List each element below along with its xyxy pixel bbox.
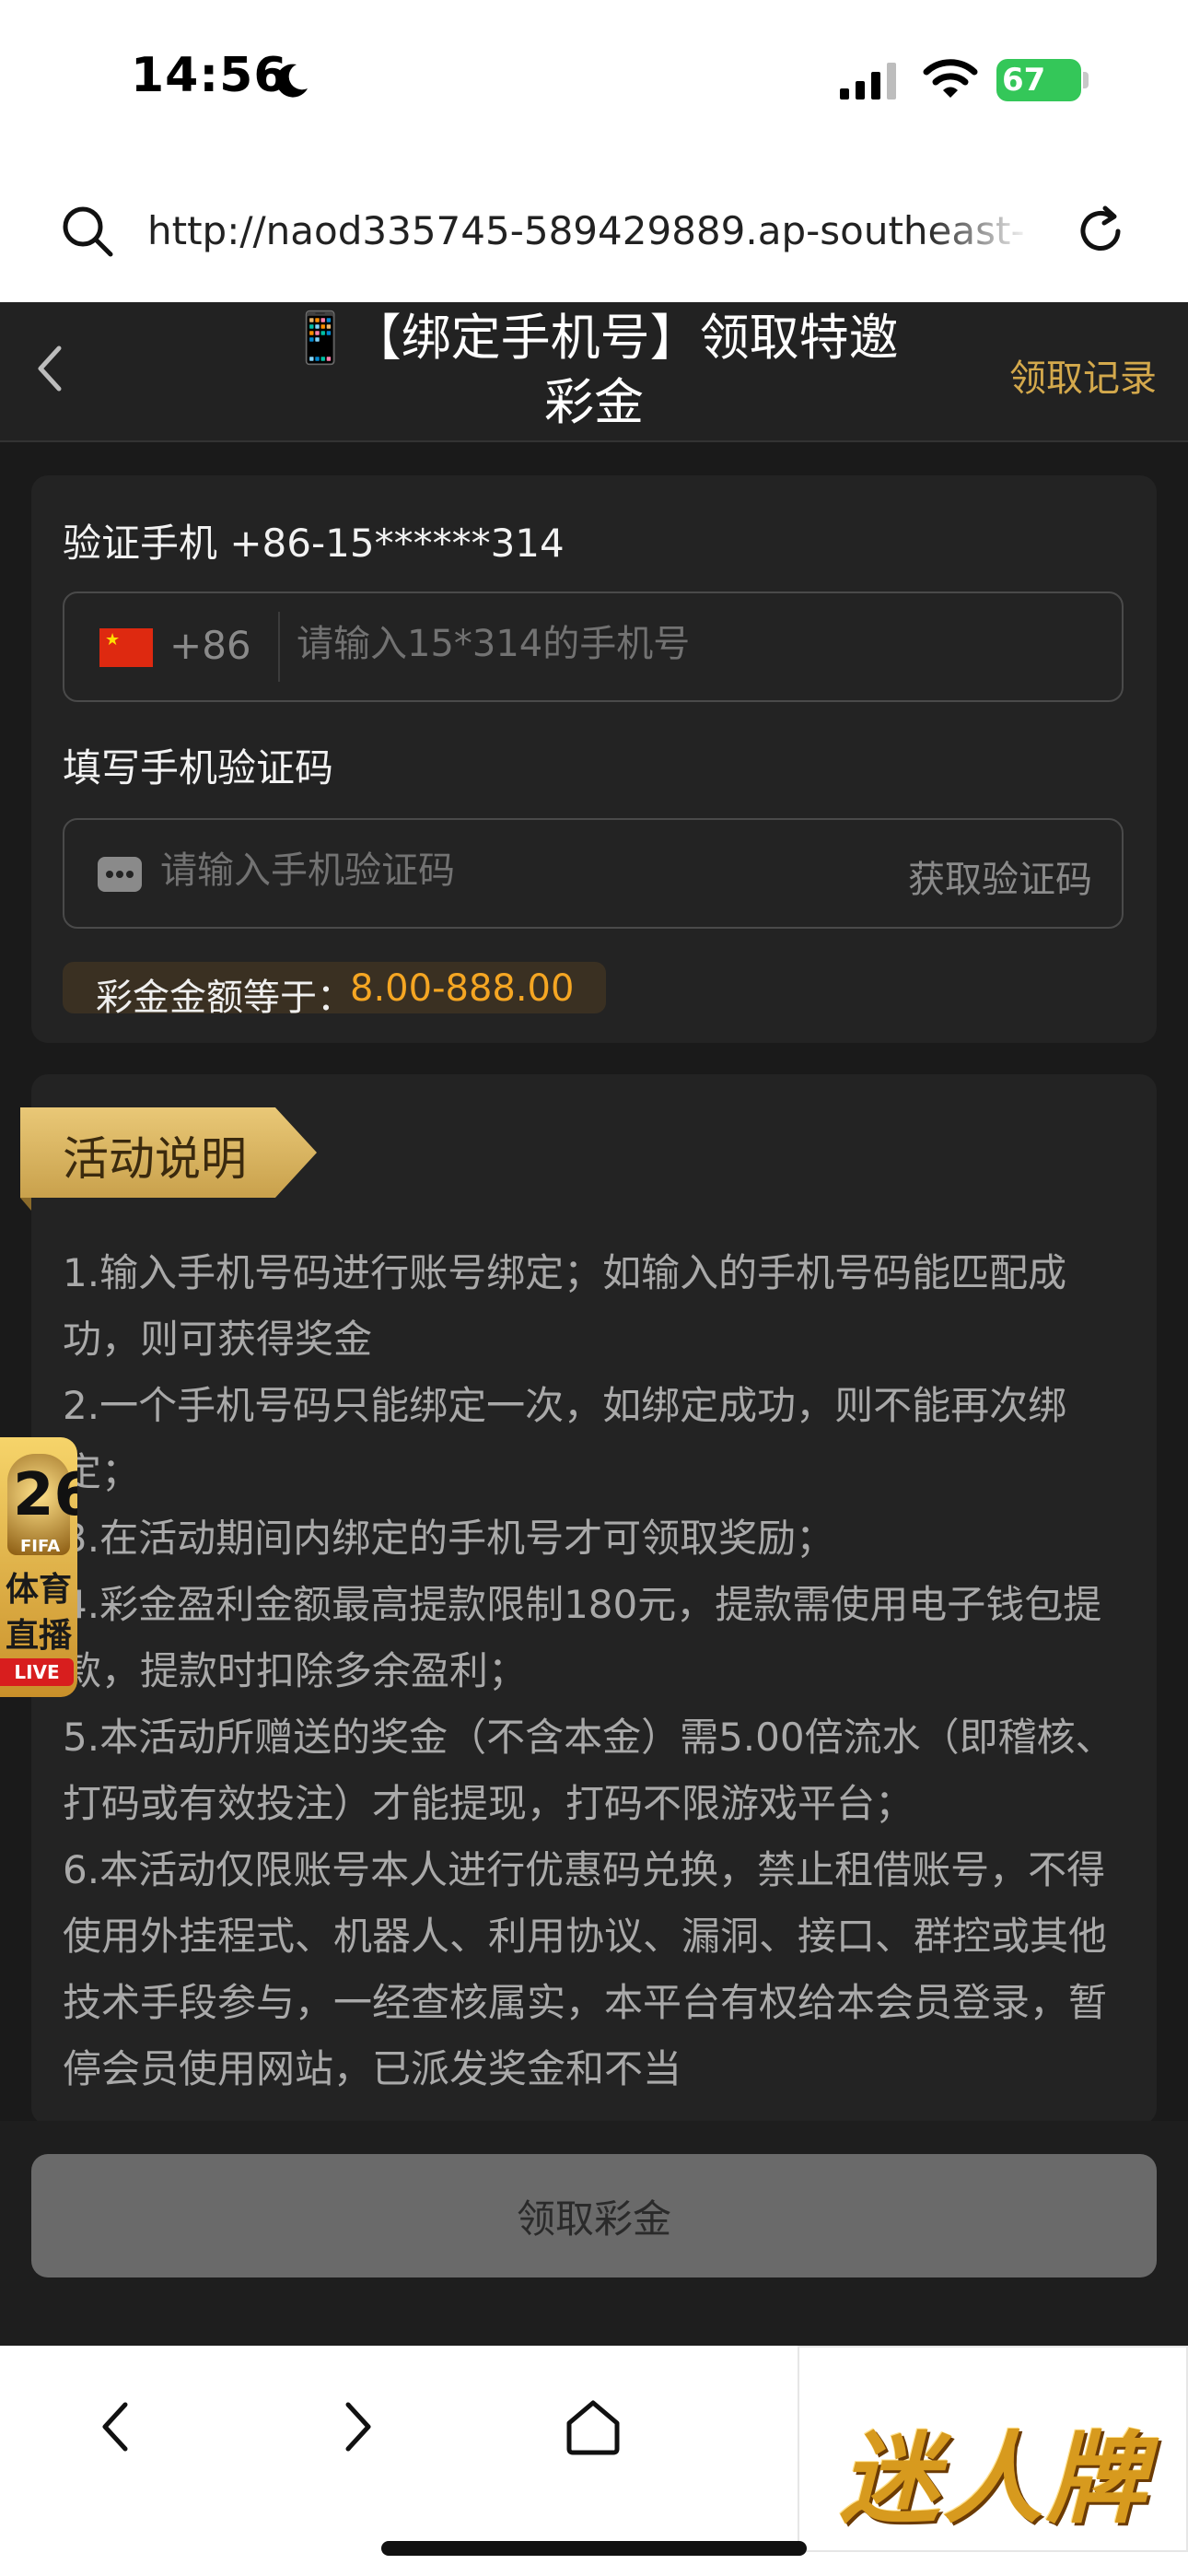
nav-forward-icon[interactable] xyxy=(319,2390,392,2464)
section-title: 活动说明 xyxy=(63,1132,247,1186)
message-dots-icon xyxy=(98,857,142,892)
code-input[interactable] xyxy=(160,849,860,892)
home-indicator[interactable] xyxy=(381,2541,807,2556)
country-code[interactable]: +86 xyxy=(169,623,251,668)
moon-icon xyxy=(276,64,308,98)
battery-cap xyxy=(1083,72,1089,88)
wifi-icon xyxy=(923,59,978,98)
flag-star-icon: ★ xyxy=(105,630,121,650)
rule-item: 6.本活动仅限账号本人进行优惠码兑换，禁止租借账号，不得使用外挂程式、机器人、利… xyxy=(63,1847,1108,2091)
amount-label: 彩金金额等于： xyxy=(96,977,354,1019)
url-text[interactable]: http://naod335745-589429889.ap-southeast… xyxy=(147,208,1031,253)
code-label: 填写手机验证码 xyxy=(63,745,334,790)
ribbon-fold xyxy=(20,1198,31,1211)
badge-fifa: FIFA xyxy=(20,1537,61,1556)
rule-item: 2.一个手机号码只能绑定一次，如绑定成功，则不能再次绑定； xyxy=(63,1383,1067,1494)
sports-live-badge[interactable]: 26 FIFA 体育 直播 LIVE xyxy=(0,1437,77,1697)
nav-back-icon[interactable] xyxy=(81,2390,155,2464)
rule-item: 1.输入手机号码进行账号绑定；如输入的手机号码能匹配成功，则可获得奖金 xyxy=(63,1250,1067,1362)
verify-phone-label: 验证手机 +86-15******314 xyxy=(63,521,565,566)
rules-list[interactable]: 1.输入手机号码进行账号绑定；如输入的手机号码能匹配成功，则可获得奖金 2.一个… xyxy=(63,1240,1131,2123)
amount-value: 8.00-888.00 xyxy=(350,967,575,1010)
claim-record-link[interactable]: 领取记录 xyxy=(1009,348,1157,402)
phone-divider xyxy=(278,612,280,682)
page-title: 📱【绑定手机号】领取特邀彩金 xyxy=(289,309,899,431)
battery-level: 67 xyxy=(1002,62,1046,99)
reload-icon[interactable] xyxy=(1074,205,1127,258)
get-code-button[interactable]: 获取验证码 xyxy=(908,849,1092,903)
rule-item: 3.在活动期间内绑定的手机号才可领取奖励； xyxy=(63,1516,835,1561)
chevron-left-icon[interactable] xyxy=(31,341,68,396)
live-tag: LIVE xyxy=(0,1658,74,1686)
search-icon[interactable] xyxy=(61,205,114,258)
claim-bonus-button[interactable]: 领取彩金 xyxy=(31,2154,1157,2277)
battery-indicator: 67 xyxy=(996,59,1081,101)
badge-number: 26 xyxy=(13,1461,77,1529)
rule-item: 4.彩金盈利金额最高提款限制180元，提款需使用电子钱包提款，提款时扣除多余盈利… xyxy=(63,1582,1102,1693)
badge-line1: 体育 xyxy=(6,1571,73,1609)
brand-logo: 迷人牌 xyxy=(840,2422,1150,2537)
home-icon[interactable] xyxy=(556,2390,630,2464)
signal-icon xyxy=(840,63,896,100)
phone-input[interactable] xyxy=(297,623,1089,665)
rule-item: 5.本活动所赠送的奖金（不含本金）需5.00倍流水（即稽核、打码或有效投注）才能… xyxy=(63,1715,1114,1826)
china-flag-icon: ★ xyxy=(99,628,153,667)
badge-line2: 直播 xyxy=(6,1617,73,1655)
status-time: 14:56 xyxy=(131,48,288,103)
